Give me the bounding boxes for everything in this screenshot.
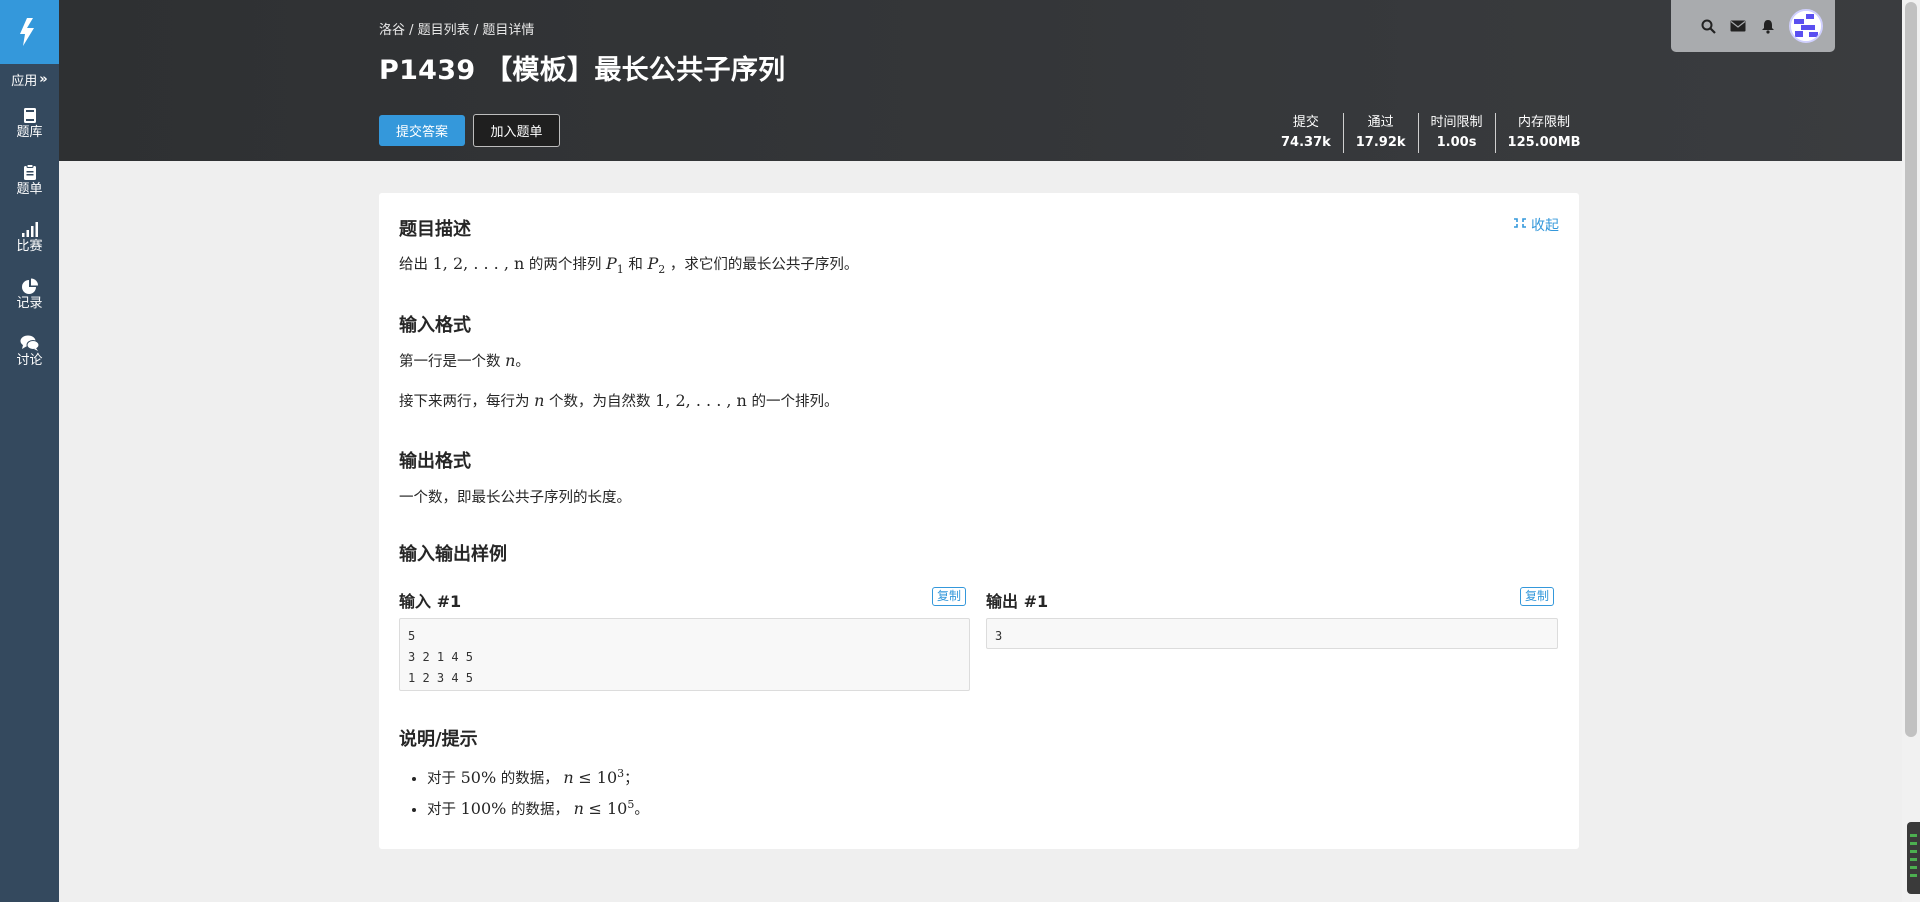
samples-title: 输入输出样例 bbox=[399, 544, 507, 565]
description-text: 给出 1, 2, . . . , n 的两个排列 P1 和 P2 ，求它们的最长… bbox=[399, 254, 859, 276]
sample-input-box[interactable]: 5 3 2 1 4 5 1 2 3 4 5 bbox=[399, 618, 970, 691]
compress-icon bbox=[1513, 217, 1527, 233]
side-widget[interactable] bbox=[1907, 822, 1920, 894]
comments-icon bbox=[20, 333, 40, 353]
hint-item: 对于 50% 的数据， n ≤ 103； bbox=[427, 761, 649, 792]
collapse-button[interactable]: 收起 bbox=[1513, 215, 1559, 235]
sidebar-item-label: 讨论 bbox=[16, 353, 43, 368]
scrollbar-thumb[interactable] bbox=[1905, 2, 1917, 737]
breadcrumb-home[interactable]: 洛谷 bbox=[379, 23, 405, 38]
submit-answer-button[interactable]: 提交答案 bbox=[379, 115, 465, 146]
mail-icon[interactable] bbox=[1729, 17, 1747, 35]
sidebar-item-label: 题单 bbox=[16, 182, 43, 197]
sample-input-label: 输入 #1 bbox=[399, 592, 462, 611]
stat-memory-limit: 内存限制 125.00MB bbox=[1494, 113, 1593, 153]
stat-time-limit: 时间限制 1.00s bbox=[1417, 113, 1495, 153]
stat-submissions: 提交 74.37k bbox=[1281, 115, 1331, 150]
problem-header: 洛谷 / 题目列表 / 题目详情 P1439 【模板】最长公共子序列 提交答案 … bbox=[59, 0, 1902, 161]
breadcrumb-problem-list[interactable]: 题目列表 bbox=[418, 23, 470, 38]
logo-icon bbox=[19, 18, 34, 46]
input-format-title: 输入格式 bbox=[399, 315, 471, 336]
search-icon[interactable] bbox=[1699, 17, 1717, 35]
sidebar-item-problems[interactable]: 题库 bbox=[0, 94, 59, 151]
sidebar: 应用 » 题库 题单 比赛 记录 讨论 bbox=[0, 0, 59, 902]
sample-output-label: 输出 #1 bbox=[986, 592, 1049, 611]
sidebar-item-label: 题库 bbox=[16, 125, 43, 140]
breadcrumb: 洛谷 / 题目列表 / 题目详情 bbox=[379, 23, 535, 38]
hint-item: 对于 100% 的数据， n ≤ 105。 bbox=[427, 792, 649, 823]
page-scrollbar[interactable] bbox=[1902, 0, 1920, 902]
stat-accepted: 通过 17.92k bbox=[1342, 113, 1418, 153]
copy-output-button[interactable]: 复制 bbox=[1520, 587, 1555, 606]
user-toolbar bbox=[1671, 0, 1835, 52]
add-to-list-button[interactable]: 加入题单 bbox=[473, 114, 560, 147]
output-format-title: 输出格式 bbox=[399, 451, 471, 472]
apps-label: 应用 bbox=[11, 73, 38, 89]
collapse-label: 收起 bbox=[1531, 218, 1559, 234]
problem-stats: 提交 74.37k 通过 17.92k 时间限制 1.00s 内存限制 125.… bbox=[1269, 113, 1593, 153]
output-format-text: 一个数，即最长公共子序列的长度。 bbox=[399, 490, 631, 506]
luogu-logo[interactable] bbox=[0, 0, 59, 64]
bar-chart-icon bbox=[21, 219, 39, 239]
sidebar-item-discuss[interactable]: 讨论 bbox=[0, 322, 59, 379]
input-format-line-1: 第一行是一个数 n。 bbox=[399, 351, 530, 370]
book-icon bbox=[23, 105, 37, 125]
description-title: 题目描述 bbox=[399, 219, 471, 240]
sidebar-item-label: 记录 bbox=[16, 296, 43, 311]
sidebar-item-records[interactable]: 记录 bbox=[0, 265, 59, 322]
bell-icon[interactable] bbox=[1759, 17, 1777, 35]
hint-title: 说明/提示 bbox=[399, 729, 478, 750]
hint-list: 对于 50% 的数据， n ≤ 103； 对于 100% 的数据， n ≤ 10… bbox=[403, 761, 649, 823]
sample-output-box[interactable]: 3 bbox=[986, 618, 1558, 649]
input-format-line-2: 接下来两行，每行为 n 个数，为自然数 1, 2, . . . , n 的一个排… bbox=[399, 391, 839, 410]
breadcrumb-problem-detail: 题目详情 bbox=[482, 23, 535, 38]
avatar[interactable] bbox=[1789, 9, 1823, 43]
double-chevron-right-icon: » bbox=[39, 71, 48, 87]
clipboard-icon bbox=[23, 162, 37, 182]
page-title: P1439 【模板】最长公共子序列 bbox=[379, 55, 786, 86]
problem-card: 收起 题目描述 给出 1, 2, . . . , n 的两个排列 P1 和 P2… bbox=[379, 193, 1579, 849]
sidebar-item-label: 比赛 bbox=[16, 239, 43, 254]
sidebar-item-contests[interactable]: 比赛 bbox=[0, 208, 59, 265]
copy-input-button[interactable]: 复制 bbox=[932, 587, 967, 606]
pie-chart-icon bbox=[21, 276, 39, 296]
apps-toggle[interactable]: 应用 » bbox=[0, 64, 59, 94]
sidebar-item-problem-lists[interactable]: 题单 bbox=[0, 151, 59, 208]
